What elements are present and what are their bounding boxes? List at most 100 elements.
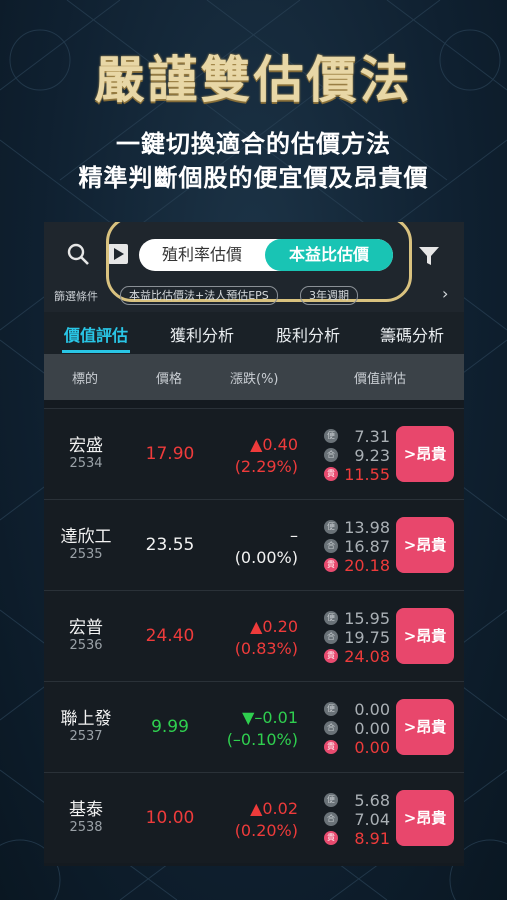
cheap-badge: 便 [324, 793, 338, 807]
expensive-badge: 貴 [324, 740, 338, 754]
fair-price: 9.23 [354, 446, 390, 465]
fair-badge: 合 [324, 630, 338, 644]
cheap-price: 7.31 [354, 427, 390, 446]
stock-name: 宏普 [69, 618, 103, 638]
tab-dividend[interactable]: 股利分析 [276, 322, 340, 346]
price-change: ▲0.20 [250, 617, 298, 636]
stock-price: 10.00 [145, 808, 195, 828]
stock-code: 2537 [69, 729, 103, 744]
stock-price: 23.55 [145, 535, 195, 555]
cheap-price: 13.98 [344, 518, 390, 537]
expensive-button[interactable]: >昂貴 [396, 426, 454, 482]
expensive-price-line: 貴 0.00 [324, 738, 394, 757]
table-row[interactable]: 宏普 2536 24.40 ▲0.20 (0.83%) 便 15.95 合 19.75 貴 24.0… [44, 590, 464, 681]
cheap-badge: 便 [324, 520, 338, 534]
expensive-badge: 貴 [324, 467, 338, 481]
expensive-button[interactable]: >昂貴 [396, 790, 454, 846]
fair-badge: 合 [324, 721, 338, 735]
expensive-price: 11.55 [344, 465, 390, 484]
stock-code: 2536 [69, 638, 103, 653]
table-row[interactable]: 聯上發 2537 9.99 ▼–0.01 (–0.10%) 便 0.00 合 0.00 貴 0.00… [44, 681, 464, 772]
fair-price: 7.04 [354, 810, 390, 829]
cheap-price-line: 便 0.00 [324, 700, 394, 719]
stock-name: 達欣工 [60, 527, 112, 547]
stock-code: 2535 [69, 547, 103, 562]
search-icon[interactable] [66, 242, 90, 266]
stock-name: 基泰 [69, 800, 103, 820]
expensive-price-line: 貴 8.91 [324, 829, 394, 848]
cheap-price-line: 便 15.95 [324, 609, 394, 628]
table-header: 標的 價格 漲跌(%) 價值評估 [44, 354, 464, 400]
cheap-badge: 便 [324, 702, 338, 716]
toolbar: 殖利率估價 本益比估價 篩選條件 本益比估價法+法人預估EPS 3年週期 › [44, 222, 464, 312]
price-change: – [290, 526, 298, 545]
table-row[interactable]: 基泰 2538 10.00 ▲0.02 (0.20%) 便 5.68 合 7.04 貴 8.91 >昂… [44, 772, 464, 863]
expensive-price: 20.18 [344, 556, 390, 575]
price-change-percent: (0.83%) [234, 639, 298, 658]
fair-badge: 合 [324, 448, 338, 462]
conditions-label: 篩選條件 [54, 290, 98, 303]
headline-title: 嚴謹雙估價法 [94, 51, 413, 109]
stock-code: 2538 [69, 820, 103, 835]
fair-badge: 合 [324, 812, 338, 826]
app-panel: 殖利率估價 本益比估價 篩選條件 本益比估價法+法人預估EPS 3年週期 › 價… [44, 222, 464, 866]
cheap-price: 0.00 [354, 700, 390, 719]
stock-code: 2534 [69, 456, 103, 471]
cheap-badge: 便 [324, 429, 338, 443]
header-change: 漲跌(%) [230, 372, 279, 387]
expensive-button[interactable]: >昂貴 [396, 608, 454, 664]
price-change-percent: (–0.10%) [226, 730, 298, 749]
header-price: 價格 [156, 372, 183, 387]
stock-price: 24.40 [145, 626, 195, 646]
table-row[interactable]: 達欣工 2535 23.55 – (0.00%) 便 13.98 合 16.87 貴 20.18 >昂… [44, 499, 464, 590]
fair-price: 16.87 [344, 537, 390, 556]
expensive-badge: 貴 [324, 649, 338, 663]
tab-valuation[interactable]: 價值評估 [64, 322, 128, 346]
fair-price-line: 合 7.04 [324, 810, 394, 829]
chevron-right-icon[interactable]: › [442, 284, 448, 303]
cheap-price: 15.95 [344, 609, 390, 628]
tab-profit[interactable]: 獲利分析 [170, 322, 234, 346]
expensive-price: 8.91 [354, 829, 390, 848]
price-change-percent: (0.00%) [234, 548, 298, 567]
fair-price-line: 合 0.00 [324, 719, 394, 738]
fair-price-line: 合 16.87 [324, 537, 394, 556]
stock-name: 宏盛 [69, 436, 103, 456]
price-change: ▲0.02 [250, 799, 298, 818]
cheap-price-line: 便 7.31 [324, 427, 394, 446]
chip-method[interactable]: 本益比估價法+法人預估EPS [120, 286, 278, 305]
fair-price-line: 合 9.23 [324, 446, 394, 465]
expensive-badge: 貴 [324, 831, 338, 845]
active-tab-indicator [62, 350, 130, 353]
expensive-price-line: 貴 24.08 [324, 647, 394, 666]
stock-price: 17.90 [145, 444, 195, 464]
price-change-percent: (0.20%) [234, 821, 298, 840]
expensive-price: 0.00 [354, 738, 390, 757]
expensive-button[interactable]: >昂貴 [396, 517, 454, 573]
header-symbol: 標的 [72, 372, 99, 387]
expensive-price-line: 貴 20.18 [324, 556, 394, 575]
fair-price: 0.00 [354, 719, 390, 738]
stock-name: 聯上發 [60, 709, 112, 729]
cheap-badge: 便 [324, 611, 338, 625]
expensive-button[interactable]: >昂貴 [396, 699, 454, 755]
expensive-price: 24.08 [344, 647, 390, 666]
header-valuation: 價值評估 [354, 372, 407, 387]
price-change: ▲0.40 [250, 435, 298, 454]
cheap-price-line: 便 13.98 [324, 518, 394, 537]
cheap-price-line: 便 5.68 [324, 791, 394, 810]
tab-chips[interactable]: 籌碼分析 [380, 322, 444, 346]
cheap-price: 5.68 [354, 791, 390, 810]
fair-price-line: 合 19.75 [324, 628, 394, 647]
price-change: ▼–0.01 [242, 708, 298, 727]
price-change-percent: (2.29%) [234, 457, 298, 476]
filter-icon[interactable] [418, 245, 440, 267]
expensive-price-line: 貴 11.55 [324, 465, 394, 484]
expensive-badge: 貴 [324, 558, 338, 572]
table-row[interactable]: 宏盛 2534 17.90 ▲0.40 (2.29%) 便 7.31 合 9.23 貴 11.55 >… [44, 408, 464, 499]
stock-price: 9.99 [151, 717, 189, 737]
fair-price: 19.75 [344, 628, 390, 647]
chip-period[interactable]: 3年週期 [300, 286, 358, 305]
subtitle-line-1: 一鍵切換適合的估價方法 [116, 130, 391, 158]
fair-badge: 合 [324, 539, 338, 553]
